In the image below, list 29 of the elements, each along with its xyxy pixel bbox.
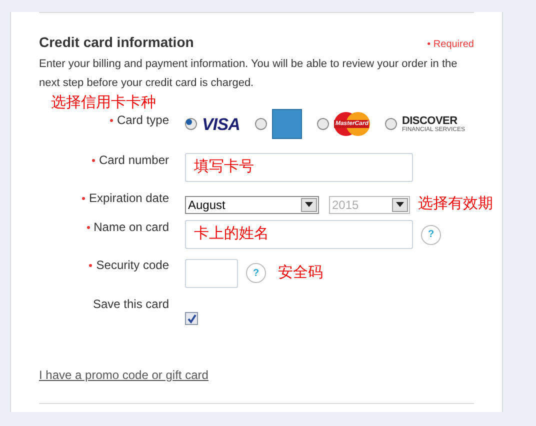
field-label: Expiration date (88, 191, 169, 206)
section-title: Credit card information (39, 33, 194, 52)
field-label: Save this card (92, 297, 169, 312)
radio-button[interactable] (185, 118, 197, 130)
annotation-text: 卡上的姓名 (194, 224, 269, 244)
checkmark-icon (186, 314, 196, 324)
radio-button[interactable] (316, 118, 329, 130)
annotation-text: 选择信用卡卡种 (51, 93, 157, 113)
field-label: Card type (116, 113, 169, 128)
input-field[interactable]: 填写卡号 (185, 153, 413, 182)
field-label: Security code (96, 258, 169, 273)
required-note: • Required (427, 38, 474, 52)
radio-button[interactable] (384, 118, 397, 130)
checkbox[interactable] (185, 312, 198, 325)
promo-link[interactable]: I have a promo code or gift card (39, 368, 208, 382)
annotation-text: 安全码 (278, 262, 323, 283)
radio-button[interactable] (254, 118, 267, 130)
field-label: Card number (98, 153, 169, 168)
help-button[interactable]: ? (421, 224, 441, 244)
annotation-text: 选择有效期 (418, 194, 493, 214)
help-button[interactable]: ? (246, 263, 266, 283)
description: Enter your billing and payment information. You will be able to review your order in the next step before your credit card is charged. (39, 57, 458, 91)
visa-logo: VISA (202, 116, 240, 132)
input-field[interactable] (185, 258, 238, 288)
card-logo-icon (272, 109, 302, 139)
select-field[interactable]: August (185, 196, 319, 214)
field-label: Name on card (94, 220, 169, 235)
input-field[interactable]: 卡上的姓名 (185, 220, 413, 249)
annotation-text: 填写卡号 (194, 157, 254, 178)
